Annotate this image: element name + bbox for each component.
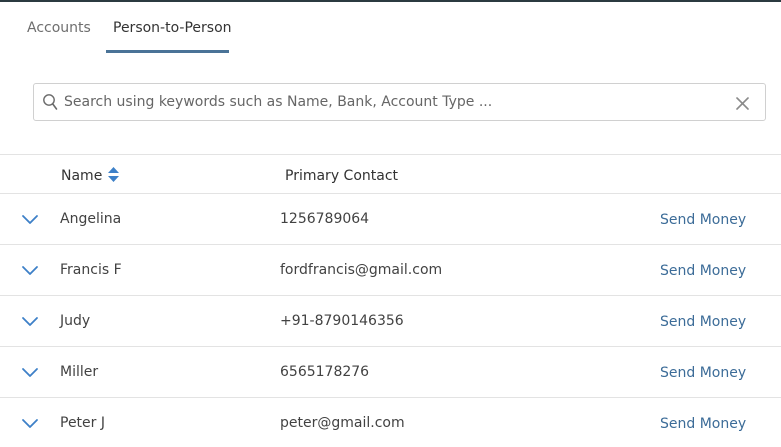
recipient-contact: peter@gmail.com [280, 415, 405, 431]
recipient-name: Miller [60, 364, 99, 380]
recipient-name: Peter J [60, 415, 105, 431]
recipient-name: Judy [60, 313, 91, 329]
chevron-down-icon[interactable] [21, 366, 39, 378]
table-row: Angelina 1256789064 Send Money [0, 194, 781, 245]
send-money-link[interactable]: Send Money [660, 313, 746, 331]
recipient-name: Angelina [60, 211, 122, 227]
recipient-contact: 1256789064 [280, 211, 370, 227]
chevron-down-icon[interactable] [21, 213, 39, 225]
table-row: Judy +91-8790146356 Send Money [0, 296, 781, 347]
column-header-name[interactable]: Name [61, 167, 102, 185]
table-header: Name Primary Contact [0, 154, 781, 194]
table-row: Peter J peter@gmail.com Send Money [0, 398, 781, 447]
tab-accounts[interactable]: Accounts [27, 19, 91, 37]
table-row: Francis F fordfrancis@gmail.com Send Mon… [0, 245, 781, 296]
column-header-primary-contact: Primary Contact [285, 168, 399, 184]
tab-bar: Accounts Person-to-Person [0, 2, 781, 53]
recipient-contact: 6565178276 [280, 364, 370, 380]
active-tab-indicator [106, 50, 229, 53]
recipient-name: Francis F [60, 262, 122, 278]
chevron-down-icon[interactable] [21, 417, 39, 429]
send-money-link[interactable]: Send Money [660, 211, 746, 229]
send-money-link[interactable]: Send Money [660, 364, 746, 382]
send-money-link[interactable]: Send Money [660, 415, 746, 433]
table-row: Miller 6565178276 Send Money [0, 347, 781, 398]
search-box [33, 83, 766, 121]
chevron-down-icon[interactable] [21, 264, 39, 276]
recipient-contact: +91-8790146356 [280, 313, 404, 329]
send-money-link[interactable]: Send Money [660, 262, 746, 280]
close-icon[interactable] [736, 97, 749, 110]
search-input[interactable] [64, 90, 724, 114]
chevron-down-icon[interactable] [21, 315, 39, 327]
search-icon [43, 94, 58, 110]
sort-icon[interactable] [107, 166, 120, 184]
recipient-contact: fordfrancis@gmail.com [280, 262, 443, 278]
tab-person-to-person[interactable]: Person-to-Person [113, 19, 232, 37]
